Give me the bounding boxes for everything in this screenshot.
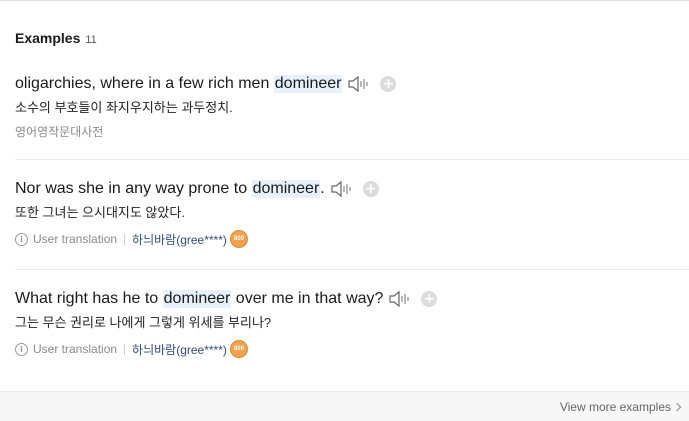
example-source[interactable]: 영어영작문대사전 [15,124,689,140]
view-more-label: View more examples [559,400,671,414]
divider [124,343,126,355]
examples-count: 11 [85,34,97,46]
examples-footer: View more examples [0,391,689,421]
chevron-right-icon [672,402,682,412]
example-korean: 그는 무슨 권리로 나에게 그렇게 위세를 부리나? [15,315,272,330]
example-english-text: oligarchies, where in a few rich men [15,75,274,92]
user-level-badge: 800 [229,340,248,358]
translator-user-link[interactable]: 하늬바람(gree****) [132,341,227,358]
user-level-badge: 800 [229,230,248,248]
translator-user-link[interactable]: 하늬바람(gree****) [132,231,227,248]
speaker-icon[interactable] [388,290,412,308]
speaker-icon[interactable] [347,75,371,93]
user-translation-label: User translation [33,232,118,246]
example-item: oligarchies, where in a few rich men dom… [15,73,689,140]
highlighted-word[interactable]: domineer [162,290,232,308]
example-english-tail: . [320,180,325,197]
examples-panel: Examples 11 oligarchies, where in a few … [0,0,689,421]
info-icon[interactable]: i [15,232,28,246]
section-title: Examples [15,30,81,46]
example-english: What right has he to domineer over me in… [15,288,689,310]
add-icon[interactable]: + [421,291,438,307]
example-item: What right has he to domineer over me in… [15,269,689,358]
highlighted-word[interactable]: domineer [273,75,343,93]
info-icon[interactable]: i [15,342,28,356]
translation-meta: i User translation 하늬바람(gree****) 800 [15,230,689,248]
divider [124,233,126,245]
highlighted-word[interactable]: domineer [251,180,321,198]
example-english-tail: over me in that way? [231,290,384,307]
example-korean: 소수의 부호들이 좌지우지하는 과두정치. [15,100,233,115]
example-item: Nor was she in any way prone to domineer… [15,159,689,248]
add-icon[interactable]: + [380,76,397,92]
translation-meta: i User translation 하늬바람(gree****) 800 [15,340,689,358]
example-english-text: What right has he to [15,290,163,307]
example-english: Nor was she in any way prone to domineer… [15,178,689,200]
add-icon[interactable]: + [362,181,379,197]
speaker-icon[interactable] [330,180,354,198]
user-translation-label: User translation [33,342,118,356]
section-header: Examples 11 [15,30,97,46]
example-english-text: Nor was she in any way prone to [15,180,252,197]
example-english: oligarchies, where in a few rich men dom… [15,73,689,95]
example-korean: 또한 그녀는 으시대지도 않았다. [15,205,185,220]
view-more-examples-link[interactable]: View more examples [559,400,682,414]
